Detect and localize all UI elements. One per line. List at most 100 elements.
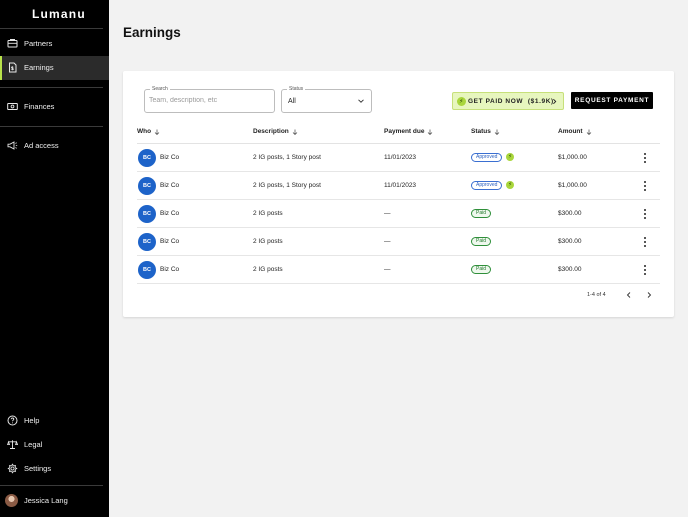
payment-due-cell: — [384, 266, 391, 273]
status-badge: Approved [471, 153, 503, 162]
who-cell: Biz Co [160, 182, 180, 189]
more-options-icon[interactable] [642, 208, 648, 220]
payment-due-cell: — [384, 210, 391, 217]
sort-arrow-icon [154, 129, 160, 135]
partner-avatar: BC [138, 177, 156, 195]
chevron-left-icon[interactable] [624, 290, 634, 300]
sort-arrow-icon [494, 129, 500, 135]
avatar [5, 494, 18, 507]
column-header-label: Description [253, 128, 289, 135]
request-payment-button[interactable]: REQUEST PAYMENT [571, 92, 653, 109]
description-cell: 2 IG posts [253, 266, 283, 273]
description-cell: 2 IG posts [253, 238, 283, 245]
sidebar-item-label: Earnings [24, 63, 54, 72]
more-options-icon[interactable] [642, 264, 648, 276]
sidebar-item-label: Settings [24, 464, 52, 473]
get-paid-label: GET PAID NOW ($1.9K) [468, 98, 554, 105]
sidebar-item-partners[interactable]: Partners [0, 32, 109, 56]
lightning-icon: ⚡ [506, 153, 514, 161]
column-header-who[interactable]: Who [137, 128, 160, 135]
sidebar-divider [0, 485, 103, 486]
gear-icon [7, 463, 18, 474]
partners-icon [7, 38, 18, 49]
who-cell: Biz Co [160, 238, 180, 245]
lightning-icon: ⚡ [506, 181, 514, 189]
sidebar-item-earnings[interactable]: Earnings [0, 56, 109, 80]
get-paid-now-button[interactable]: ⚡ GET PAID NOW ($1.9K) [452, 92, 564, 110]
sidebar-item-label: Help [24, 416, 40, 425]
sidebar-item-label: Finances [24, 102, 55, 111]
partner-avatar: BC [138, 233, 156, 251]
sidebar-divider [0, 126, 103, 127]
status-badge: Approved [471, 181, 503, 190]
sidebar-item-finances[interactable]: Finances [0, 95, 109, 119]
description-cell: 2 IG posts, 1 Story post [253, 182, 321, 189]
table-row[interactable]: BC Biz Co 2 IG posts — Paid $300.00 [137, 256, 660, 284]
chevron-right-icon [553, 98, 557, 105]
user-name: Jessica Lang [24, 496, 68, 505]
status-badge: Paid [471, 265, 492, 274]
column-header-label: Payment due [384, 128, 425, 135]
amount-cell: $300.00 [558, 238, 582, 245]
more-options-icon[interactable] [642, 180, 648, 192]
who-cell: Biz Co [160, 210, 180, 217]
sort-arrow-icon [586, 129, 591, 135]
sidebar-item-label: Ad access [24, 141, 59, 150]
who-cell: Biz Co [160, 154, 180, 161]
status-badge: Paid [471, 209, 492, 218]
table-row[interactable]: BC Biz Co 2 IG posts — Paid $300.00 [137, 200, 660, 228]
column-header-payment-due[interactable]: Payment due [384, 128, 433, 135]
column-header-label: Amount [558, 128, 583, 135]
sort-arrow-icon [292, 129, 298, 135]
search-field: Search [144, 85, 275, 113]
sidebar-divider [0, 87, 103, 88]
sidebar-item-help[interactable]: Help [0, 409, 109, 433]
user-profile[interactable]: Jessica Lang [0, 490, 109, 510]
payment-due-cell: 11/01/2023 [384, 182, 417, 189]
status-badge: Paid [471, 237, 492, 246]
column-header-label: Status [471, 128, 491, 135]
column-header-amount[interactable]: Amount [558, 128, 592, 135]
help-icon [7, 415, 18, 426]
page-title: Earnings [123, 25, 181, 40]
description-cell: 2 IG posts, 1 Story post [253, 154, 321, 161]
payment-due-cell: 11/01/2023 [384, 154, 417, 161]
partner-avatar: BC [138, 261, 156, 279]
status-select[interactable]: Status All [281, 85, 372, 113]
more-options-icon[interactable] [642, 236, 648, 248]
search-input[interactable] [149, 97, 269, 104]
app-logo[interactable]: Lumanu [32, 7, 86, 21]
amount-cell: $1,000.00 [558, 182, 587, 189]
search-label: Search [150, 85, 170, 93]
amount-cell: $300.00 [558, 266, 582, 273]
legal-icon [7, 439, 18, 450]
sidebar-item-label: Legal [24, 440, 43, 449]
status-value: All [288, 98, 296, 105]
ad-access-icon [7, 140, 18, 151]
sidebar: Lumanu Partners Earnings Finances Ad acc… [0, 0, 109, 517]
earnings-icon [7, 62, 18, 73]
status-label: Status [287, 85, 306, 93]
chevron-right-icon[interactable] [644, 290, 654, 300]
pagination-range: 1-4 of 4 [587, 292, 606, 298]
sidebar-divider [0, 28, 103, 29]
amount-cell: $300.00 [558, 210, 582, 217]
table-row[interactable]: BC Biz Co 2 IG posts, 1 Story post 11/01… [137, 144, 660, 172]
table-row[interactable]: BC Biz Co 2 IG posts, 1 Story post 11/01… [137, 172, 660, 200]
table-row[interactable]: BC Biz Co 2 IG posts — Paid $300.00 [137, 228, 660, 256]
column-header-status[interactable]: Status [471, 128, 500, 135]
partner-avatar: BC [138, 205, 156, 223]
description-cell: 2 IG posts [253, 210, 283, 217]
who-cell: Biz Co [160, 266, 180, 273]
partner-avatar: BC [138, 149, 156, 167]
column-header-label: Who [137, 128, 152, 135]
sidebar-item-settings[interactable]: Settings [0, 457, 109, 481]
earnings-card: Search Status All ⚡ GET PAID NOW ($1.9K)… [123, 71, 674, 317]
column-header-description[interactable]: Description [253, 128, 298, 135]
sidebar-item-legal[interactable]: Legal [0, 433, 109, 457]
lightning-icon: ⚡ [457, 97, 466, 106]
payment-due-cell: — [384, 238, 391, 245]
more-options-icon[interactable] [642, 152, 648, 164]
sort-arrow-icon [428, 129, 433, 135]
sidebar-item-ad-access[interactable]: Ad access [0, 134, 109, 158]
